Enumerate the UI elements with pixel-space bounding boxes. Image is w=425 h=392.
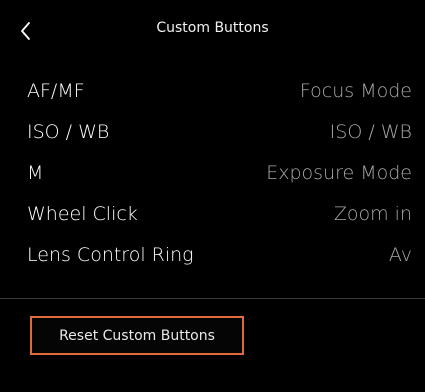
setting-label: ISO / WB (27, 121, 110, 143)
setting-row-m[interactable]: M Exposure Mode (0, 154, 425, 195)
setting-value: Exposure Mode (266, 162, 412, 184)
header: Custom Buttons (0, 0, 425, 62)
setting-row-wheel-click[interactable]: Wheel Click Zoom in (0, 195, 425, 236)
custom-buttons-screen: Custom Buttons AF/MF Focus Mode ISO / WB… (0, 0, 425, 392)
setting-row-lens-control-ring[interactable]: Lens Control Ring Av (0, 236, 425, 277)
page-title: Custom Buttons (156, 20, 269, 36)
section-divider (0, 298, 425, 299)
setting-value: Av (388, 244, 412, 266)
setting-label: Lens Control Ring (27, 244, 194, 266)
setting-row-iso-wb[interactable]: ISO / WB ISO / WB (0, 113, 425, 154)
settings-list: AF/MF Focus Mode ISO / WB ISO / WB M Exp… (0, 72, 425, 277)
setting-label: AF/MF (27, 80, 85, 102)
reset-custom-buttons-button[interactable]: Reset Custom Buttons (30, 316, 244, 355)
setting-value: ISO / WB (329, 121, 412, 143)
setting-value: Zoom in (333, 203, 412, 225)
setting-value: Focus Mode (299, 80, 412, 102)
setting-label: Wheel Click (27, 203, 138, 225)
setting-row-af-mf[interactable]: AF/MF Focus Mode (0, 72, 425, 113)
setting-label: M (27, 162, 44, 184)
